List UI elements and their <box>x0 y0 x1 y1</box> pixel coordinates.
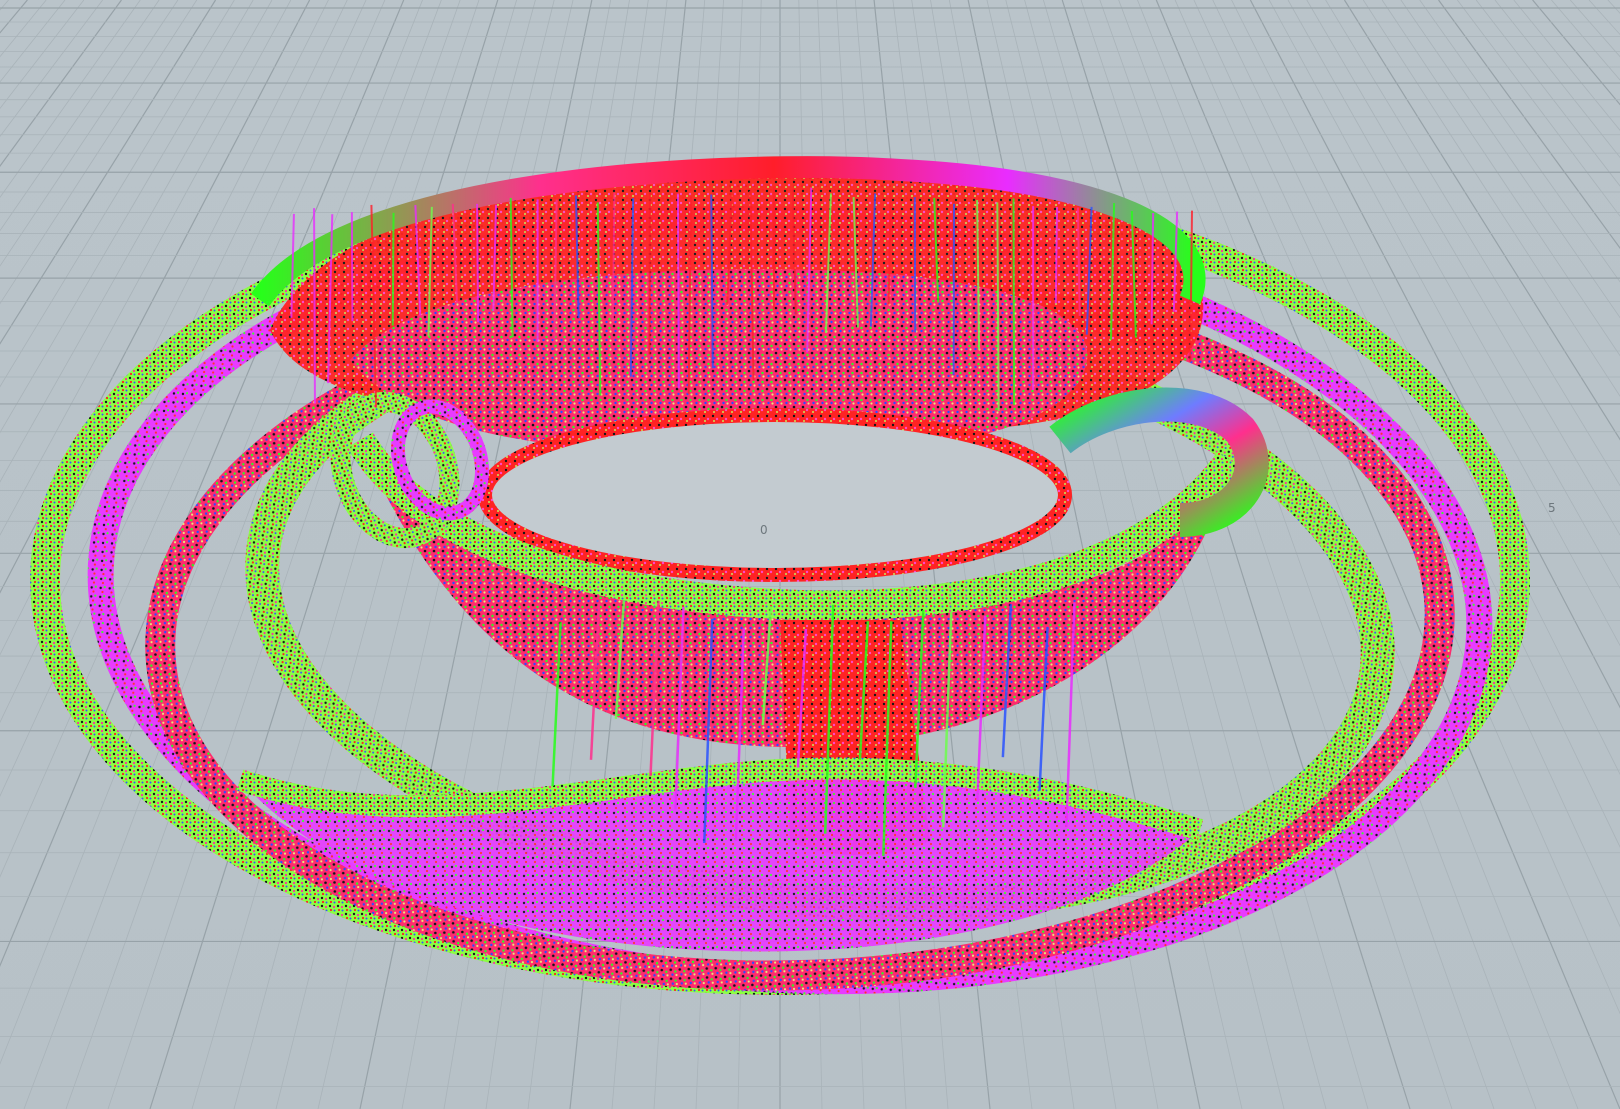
streak-line <box>1054 207 1059 304</box>
streak-line <box>676 193 680 389</box>
streak-line <box>391 212 395 326</box>
axis-label-x-positive: 5 <box>1548 501 1556 515</box>
streak-line <box>476 203 480 323</box>
streak-line <box>1012 198 1016 406</box>
streak-line <box>996 202 1000 412</box>
streak-line <box>648 194 652 355</box>
viewport-canvas[interactable] <box>0 0 1620 1109</box>
3d-viewport[interactable]: 0 5 <box>0 0 1620 1109</box>
streak-line <box>612 192 616 322</box>
axis-label-origin: 0 <box>760 523 768 537</box>
streak-line <box>313 208 316 404</box>
streak-line <box>350 212 354 322</box>
